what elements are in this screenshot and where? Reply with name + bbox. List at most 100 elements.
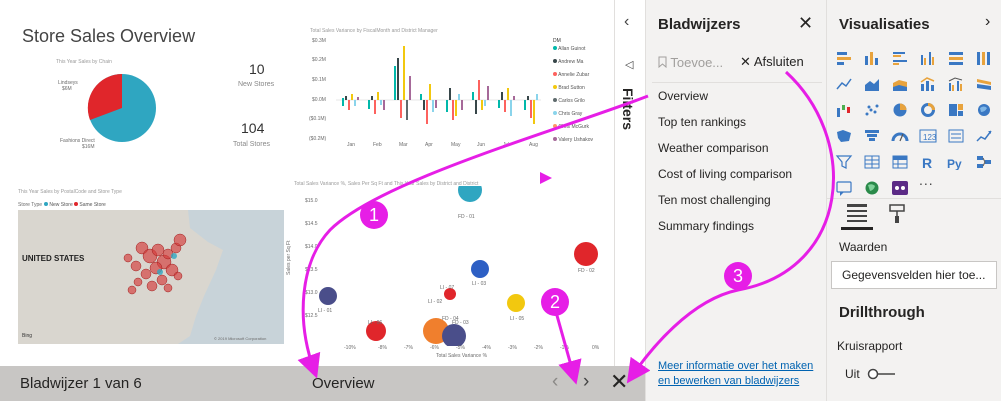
legend-entry: Chris Gray [558,111,583,117]
scatter-xtick: -6% [430,345,439,351]
pie-chart-icon[interactable] [891,102,909,118]
variance-ytick: ($0.2M) [309,136,327,142]
100-stacked-column-chart-icon[interactable] [975,50,993,66]
values-field-well[interactable]: Gegevensvelden hier toe... [831,261,997,289]
variance-bar-chart[interactable] [336,36,546,146]
scatter-xtick: -8% [378,345,387,351]
map-visual[interactable]: UNITED STATES Bing © 2019 Microsoft Corp… [18,210,284,344]
scatter-point-label: LI - 06 [368,320,383,326]
divider [652,82,822,83]
more-visuals-button[interactable]: ... [919,172,934,188]
bookmarks-help-link[interactable]: Meer informatie over het maken en bewerk… [658,359,826,389]
python-visual-icon[interactable]: Py [947,154,965,170]
active-tab-indicator [841,227,873,230]
cross-report-toggle[interactable] [867,368,897,380]
variance-ytick: $0.0M [312,97,326,103]
svg-text:123: 123 [923,133,937,142]
gauge-icon[interactable] [891,128,909,144]
matrix-icon[interactable] [891,154,909,170]
filter-icon: ◁ [625,59,634,71]
report-canvas: Store Sales Overview This Year Sales by … [0,0,615,366]
bookmark-item[interactable]: Cost of living comparison [658,167,792,181]
line-and-clustered-column-icon[interactable] [947,76,965,92]
variance-xtick: Feb [373,142,382,148]
variance-xtick: May [451,142,461,148]
line-chart-icon[interactable] [835,76,853,92]
bookmark-item[interactable]: Weather comparison [658,141,769,155]
scatter-point-label: LI - 03 [472,281,487,287]
donut-chart-icon[interactable] [919,102,937,118]
chevron-right-icon[interactable]: › [985,13,990,31]
fields-tab-icon[interactable] [845,202,869,224]
scatter-xtick: -3% [508,345,517,351]
funnel-chart-icon[interactable] [863,128,881,144]
scatter-xtick: -10% [344,345,356,351]
scatter-point-label: FD - 03 [452,320,469,326]
card-icon[interactable]: 123 [919,128,937,144]
legend-entry: Valery Ushakov [558,137,594,143]
scatter-chart-icon[interactable] [863,102,881,118]
ribbon-chart-icon[interactable] [975,76,993,92]
waterfall-chart-icon[interactable] [835,102,853,118]
clustered-bar-chart-icon[interactable] [891,50,909,66]
bookmark-item[interactable]: Top ten rankings [658,115,746,129]
slicer-icon[interactable] [835,154,853,170]
variance-xtick: Aug [529,142,538,148]
kpi-icon[interactable] [975,128,993,144]
line-and-column-chart-icon[interactable] [919,76,937,92]
chevron-left-icon[interactable]: ‹ [552,371,558,393]
scatter-xtick: -5% [456,345,465,351]
legend-entry: Andrew Ma [558,59,584,65]
variance-xtick: Jul [503,142,510,148]
scatter-xtick: -1% [560,345,569,351]
filled-map-icon[interactable] [835,128,853,144]
pie-value-fashions: $16M [82,144,95,150]
bookmark-item[interactable]: Ten most challenging [658,193,771,207]
bookmark-navigation-bar: Bladwijzer 1 van 6 Overview ‹ › ✕ [0,366,645,401]
map-title: This Year Sales by PostalCode and Store … [18,189,122,195]
clustered-column-chart-icon[interactable] [919,50,937,66]
map-icon[interactable] [975,102,993,118]
bookmark-item[interactable]: Summary findings [658,219,754,233]
area-chart-icon[interactable] [863,76,881,92]
pie-value-lindseys: $6M [62,86,72,92]
kpi-total-stores-label: Total Stores [233,141,270,148]
exit-bookmarks-button[interactable]: ✕ Afsluiten [740,54,804,70]
scatter-xlabel: Total Sales Variance % [436,353,488,359]
table-icon[interactable] [863,154,881,170]
stacked-bar-chart-icon[interactable] [835,50,853,66]
map-legend-same: Same Store [74,202,106,208]
qa-visual-icon[interactable] [835,180,853,196]
multi-row-card-icon[interactable] [947,128,965,144]
map-country-label: UNITED STATES [22,254,85,263]
key-influencers-icon[interactable] [975,154,993,170]
bookmark-icon [658,56,667,69]
100-stacked-bar-chart-icon[interactable] [947,50,965,66]
format-paint-roller-icon[interactable] [889,204,905,224]
filters-label[interactable]: Filters [620,88,636,130]
add-bookmark-button[interactable]: Toevoe... [658,55,723,70]
treemap-icon[interactable] [947,102,965,118]
stacked-area-chart-icon[interactable] [891,76,909,92]
scatter-point-label: LI - 02 [428,299,443,305]
add-bookmark-label: Toevoe... [670,55,724,70]
r-script-visual-icon[interactable]: R [919,154,937,170]
chevron-right-icon[interactable]: › [583,371,589,393]
cross-report-label: Kruisrapport [837,339,903,353]
map-copyright: © 2019 Microsoft Corporation [214,336,267,341]
scatter-xtick: -7% [404,345,413,351]
scatter-ytick: $13.5 [305,267,318,273]
legend-entry: New Store [49,202,73,208]
close-icon[interactable]: ✕ [610,369,628,395]
visualizations-pane-title: Visualisaties [839,16,930,33]
chevron-left-icon[interactable]: ‹ [624,13,629,31]
legend-entry: Brad Sutton [558,85,585,91]
globe-icon[interactable] [863,180,881,196]
filters-pane-collapsed[interactable]: ‹ ◁ Filters [615,0,645,366]
stacked-column-chart-icon[interactable] [863,50,881,66]
close-icon[interactable]: ✕ [798,13,813,34]
scatter-ylabel: Sales per Sq Ft [286,240,292,275]
kpi-new-stores-value: 10 [249,61,265,77]
custom-visual-icon[interactable] [891,180,909,196]
bookmark-item[interactable]: Overview [658,89,708,103]
